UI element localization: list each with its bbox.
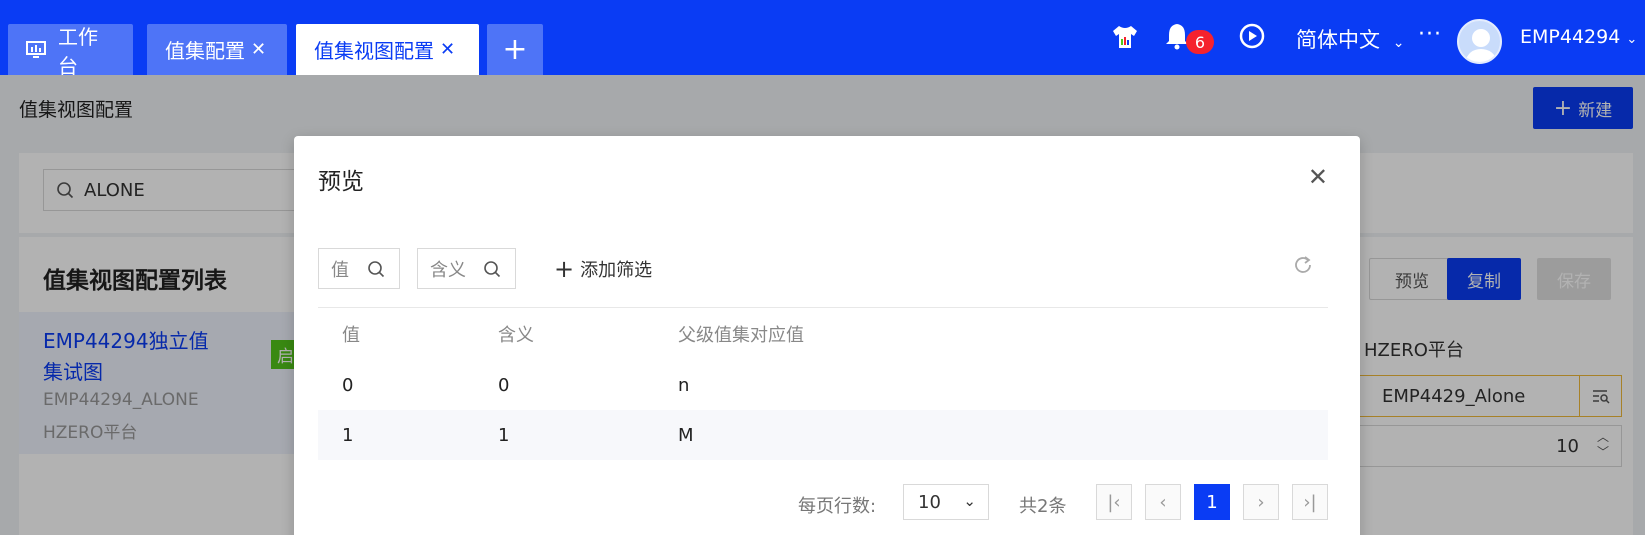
close-icon[interactable]: ✕ <box>440 39 455 60</box>
close-icon[interactable]: ✕ <box>251 39 266 60</box>
language-label: 简体中文 <box>1296 28 1380 52</box>
tab-workbench[interactable]: 工作台 <box>8 24 133 78</box>
first-page-icon: |‹ <box>1107 491 1121 513</box>
table-cell: 0 <box>342 374 354 396</box>
play-circle-icon[interactable] <box>1239 23 1265 53</box>
first-page-button[interactable]: |‹ <box>1096 484 1132 520</box>
avatar[interactable] <box>1457 19 1502 64</box>
search-icon <box>483 260 501 283</box>
page-size-value: 10 <box>918 491 941 513</box>
notification-badge: 6 <box>1186 30 1214 54</box>
column-header-value: 值 <box>342 325 360 346</box>
table-cell: 1 <box>318 410 498 460</box>
tab-label: 值集配置 <box>165 39 245 63</box>
preview-table: 值 含义 父级值集对应值 0 0 n 1 1 M <box>318 308 1328 460</box>
value-filter-input[interactable]: 值 <box>318 248 400 289</box>
add-filter-label: 添加筛选 <box>580 260 653 281</box>
table-cell: M <box>678 410 1328 460</box>
plus-icon: + <box>554 255 575 283</box>
chevron-down-icon: ⌄ <box>963 492 976 510</box>
language-selector[interactable]: 简体中文 ⌄ <box>1296 24 1404 54</box>
table-cell: n <box>678 374 690 396</box>
table-row[interactable]: 1 1 M <box>318 410 1328 460</box>
next-page-button[interactable]: › <box>1243 484 1279 520</box>
add-filter-button[interactable]: + 添加筛选 <box>554 256 652 282</box>
more-icon[interactable]: ··· <box>1418 22 1442 47</box>
add-tab-button[interactable]: + <box>487 24 543 75</box>
last-page-icon: ›| <box>1303 491 1317 513</box>
meaning-filter-input[interactable]: 含义 <box>417 248 516 289</box>
table-cell: 0 <box>498 374 510 396</box>
username: EMP44294 <box>1520 26 1621 48</box>
tshirt-theme-icon[interactable] <box>1111 24 1139 54</box>
page-size-select[interactable]: 10 ⌄ <box>903 484 989 520</box>
chevron-down-icon: ⌄ <box>1392 35 1405 51</box>
filter-placeholder: 含义 <box>430 259 466 281</box>
dashboard-icon <box>26 40 46 59</box>
column-header-parent-value: 父级值集对应值 <box>678 325 804 346</box>
chevron-right-icon: › <box>1257 491 1265 513</box>
tab-value-set-view-config[interactable]: 值集视图配置 ✕ <box>296 24 479 75</box>
chevron-down-icon: ⌄ <box>1626 32 1638 47</box>
top-navigation-bar: 工作台 值集配置 ✕ 值集视图配置 ✕ + 6 简体中文 ⌄ ··· EMP44… <box>0 0 1645 78</box>
filter-placeholder: 值 <box>331 259 349 281</box>
refresh-icon[interactable] <box>1292 254 1314 280</box>
column-header-meaning: 含义 <box>498 325 534 346</box>
tab-label: 值集视图配置 <box>314 39 434 63</box>
close-icon[interactable]: ✕ <box>1308 163 1328 191</box>
table-row[interactable]: 0 0 n <box>318 360 1328 410</box>
total-count: 共2条 <box>1019 496 1067 517</box>
table-header-row: 值 含义 父级值集对应值 <box>318 308 1328 360</box>
table-cell: 1 <box>498 410 678 460</box>
preview-modal: 预览 ✕ 值 含义 + 添加筛选 值 含义 父级值集对应值 0 0 n 1 1 … <box>294 136 1360 535</box>
tab-label: 工作台 <box>58 24 98 78</box>
page-number-button[interactable]: 1 <box>1194 484 1230 520</box>
modal-title: 预览 <box>318 169 364 195</box>
tab-value-set-config[interactable]: 值集配置 ✕ <box>147 24 287 75</box>
user-menu[interactable]: EMP44294 ⌄ <box>1520 26 1637 48</box>
chevron-left-icon: ‹ <box>1159 491 1167 513</box>
search-icon <box>367 260 385 283</box>
last-page-button[interactable]: ›| <box>1292 484 1328 520</box>
previous-page-button[interactable]: ‹ <box>1145 484 1181 520</box>
rows-per-page-label: 每页行数: <box>798 496 877 517</box>
